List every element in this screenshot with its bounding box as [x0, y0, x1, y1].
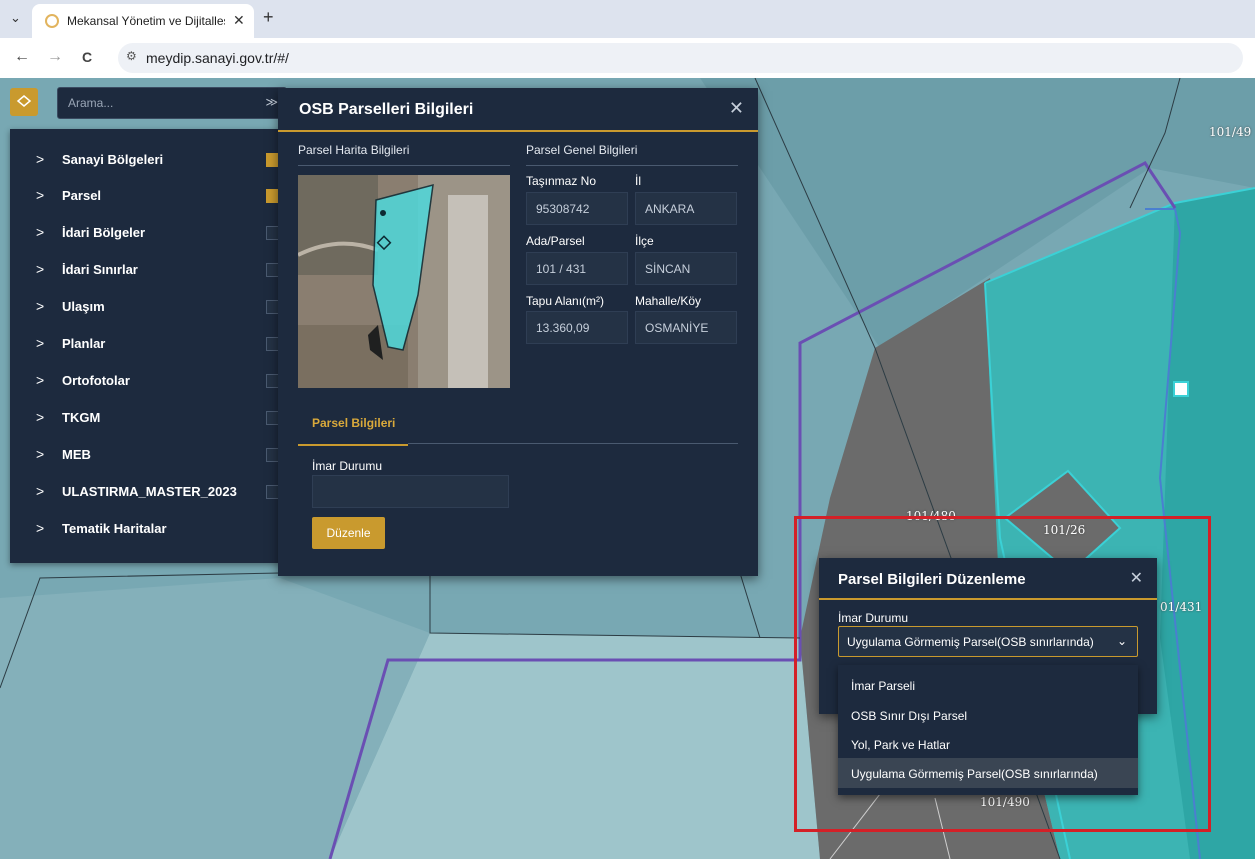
layer-panel: > Sanayi Bölgeleri > Parsel > İdari Bölgele… [10, 129, 282, 563]
imar-durumu-dropdown: İmar Parseli OSB Sınır Dışı Parsel Yol, … [838, 665, 1138, 795]
chevron-right-icon: > [36, 224, 45, 240]
chevron-right-icon: > [36, 446, 45, 462]
layer-item-ortofotolar[interactable]: > Ortofotolar [10, 363, 282, 399]
search-input[interactable]: Arama... ≫ [57, 87, 287, 119]
layer-item-planlar[interactable]: > Planlar [10, 326, 282, 362]
general-section-title: Parsel Genel Bilgileri [526, 143, 638, 157]
forward-icon[interactable]: → [47, 48, 63, 66]
tab-parsel-bilgileri[interactable]: Parsel Bilgileri [298, 406, 408, 446]
layers-icon [16, 95, 32, 107]
option-label: İmar Parseli [851, 679, 916, 693]
parcel-info-dialog: OSB Parselleri Bilgileri ✕ Parsel Harita… [278, 88, 758, 576]
divider [298, 165, 510, 166]
tab-close-icon[interactable]: ✕ [233, 12, 245, 29]
layer-label: Sanayi Bölgeleri [62, 152, 164, 167]
parcel-thumbnail-image[interactable] [298, 175, 510, 388]
mahalle-field: OSMANİYE [635, 311, 737, 344]
chevron-down-icon: ⌄ [1116, 634, 1127, 648]
layer-item-meb[interactable]: > MEB [10, 437, 282, 473]
chevron-right-icon: > [36, 187, 45, 203]
chevron-right-icon: > [36, 520, 45, 536]
layer-label: İdari Sınırlar [62, 262, 138, 277]
imar-durumu-label: İmar Durumu [312, 459, 383, 473]
layer-item-tkgm[interactable]: > TKGM [10, 400, 282, 436]
browser-tab-bar: ⌄ Mekansal Yönetim ve Dijitalleşt ✕ + [0, 0, 1255, 38]
mahalle-label: Mahalle/Köy [635, 294, 702, 308]
ilce-field: SİNCAN [635, 252, 737, 285]
chevron-right-icon: > [36, 261, 45, 277]
tapu-alani-field: 13.360,09 [526, 311, 628, 344]
layer-item-tematik-haritalar[interactable]: > Tematik Haritalar [10, 511, 282, 547]
tab-title: Mekansal Yönetim ve Dijitalleşt [67, 14, 225, 28]
il-label: İl [635, 174, 641, 188]
layer-item-idari-bolgeler[interactable]: > İdari Bölgeler [10, 215, 282, 251]
tapu-alani-label: Tapu Alanı(m²) [526, 294, 605, 308]
tab-divider [408, 443, 738, 444]
back-icon[interactable]: ← [14, 48, 30, 66]
option-label: OSB Sınır Dışı Parsel [851, 709, 968, 723]
layer-item-idari-sinirlar[interactable]: > İdari Sınırlar [10, 252, 282, 288]
il-field: ANKARA [635, 192, 737, 225]
dropdown-option-yol-park[interactable]: Yol, Park ve Hatlar [838, 729, 1138, 759]
chevron-right-icon: > [36, 298, 45, 314]
imar-durumu-select[interactable]: Uygulama Görmemiş Parsel(OSB sınırlarınd… [838, 626, 1138, 657]
divider [526, 165, 738, 166]
site-info-icon[interactable]: ⚙ [126, 49, 137, 63]
layer-item-parsel[interactable]: > Parsel [10, 178, 282, 214]
layers-toggle-button[interactable] [10, 88, 38, 116]
layer-label: Tematik Haritalar [62, 521, 167, 536]
parcel-label-101-49: 101/49 [1209, 125, 1252, 139]
address-bar-row: ← → C ⚙ meydip.sanayi.gov.tr/#/ [0, 38, 1255, 79]
layer-item-ulastirma-master[interactable]: > ULASTIRMA_MASTER_2023 [10, 474, 282, 510]
close-icon[interactable]: ✕ [1130, 568, 1143, 588]
tab-label: Parsel Bilgileri [312, 416, 396, 430]
layer-label: Ulaşım [62, 299, 105, 314]
tab-search-menu-icon[interactable]: ⌄ [10, 10, 21, 26]
option-label: Uygulama Görmemiş Parsel(OSB sınırlarınd… [851, 767, 1098, 781]
collapse-icon[interactable]: ≫ [265, 95, 278, 109]
select-value: Uygulama Görmemiş Parsel(OSB sınırlarınd… [847, 635, 1094, 649]
tasinmaz-field: 95308742 [526, 192, 628, 225]
url-field[interactable]: ⚙ meydip.sanayi.gov.tr/#/ [118, 43, 1243, 73]
edit-dialog-header: Parsel Bilgileri Düzenleme ✕ [819, 558, 1157, 600]
chevron-right-icon: > [36, 335, 45, 351]
browser-tab[interactable]: Mekansal Yönetim ve Dijitalleşt ✕ [32, 4, 254, 38]
reload-icon[interactable]: C [82, 49, 92, 65]
imar-durumu-label: İmar Durumu [838, 611, 909, 625]
map-section-title: Parsel Harita Bilgileri [298, 143, 410, 157]
dialog-header: OSB Parselleri Bilgileri ✕ [278, 88, 758, 132]
layer-item-sanayi-bolgeleri[interactable]: > Sanayi Bölgeleri [10, 142, 282, 178]
imar-durumu-field [312, 475, 509, 508]
duzenle-button[interactable]: Düzenle [312, 517, 385, 549]
chevron-right-icon: > [36, 483, 45, 499]
new-tab-button[interactable]: + [263, 7, 274, 28]
layer-item-ulasim[interactable]: > Ulaşım [10, 289, 282, 325]
layer-label: İdari Bölgeler [62, 225, 146, 240]
layer-label: MEB [62, 447, 91, 462]
ada-parsel-field: 101 / 431 [526, 252, 628, 285]
layer-label: Parsel [62, 188, 102, 203]
dropdown-option-osb-sinir-disi[interactable]: OSB Sınır Dışı Parsel [838, 700, 1138, 730]
search-placeholder: Arama... [68, 96, 114, 110]
dropdown-option-imar-parseli[interactable]: İmar Parseli [838, 670, 1138, 700]
ada-parsel-label: Ada/Parsel [526, 234, 585, 248]
layer-label: Ortofotolar [62, 373, 130, 388]
layer-label: ULASTIRMA_MASTER_2023 [62, 484, 237, 499]
chevron-right-icon: > [36, 372, 45, 388]
dropdown-option-uygulama-gormemis[interactable]: Uygulama Görmemiş Parsel(OSB sınırlarınd… [838, 758, 1138, 788]
dialog-title: OSB Parselleri Bilgileri [299, 101, 474, 118]
chevron-right-icon: > [36, 151, 45, 167]
edit-dialog-title: Parsel Bilgileri Düzenleme [838, 571, 1026, 588]
chevron-right-icon: > [36, 409, 45, 425]
tasinmaz-label: Taşınmaz No [526, 174, 597, 188]
url-text: meydip.sanayi.gov.tr/#/ [146, 50, 289, 66]
favicon-icon [45, 14, 59, 28]
option-label: Yol, Park ve Hatlar [851, 738, 950, 752]
layer-label: TKGM [62, 410, 101, 425]
close-icon[interactable]: ✕ [729, 98, 744, 119]
layer-label: Planlar [62, 336, 106, 351]
ilce-label: İlçe [635, 234, 654, 248]
